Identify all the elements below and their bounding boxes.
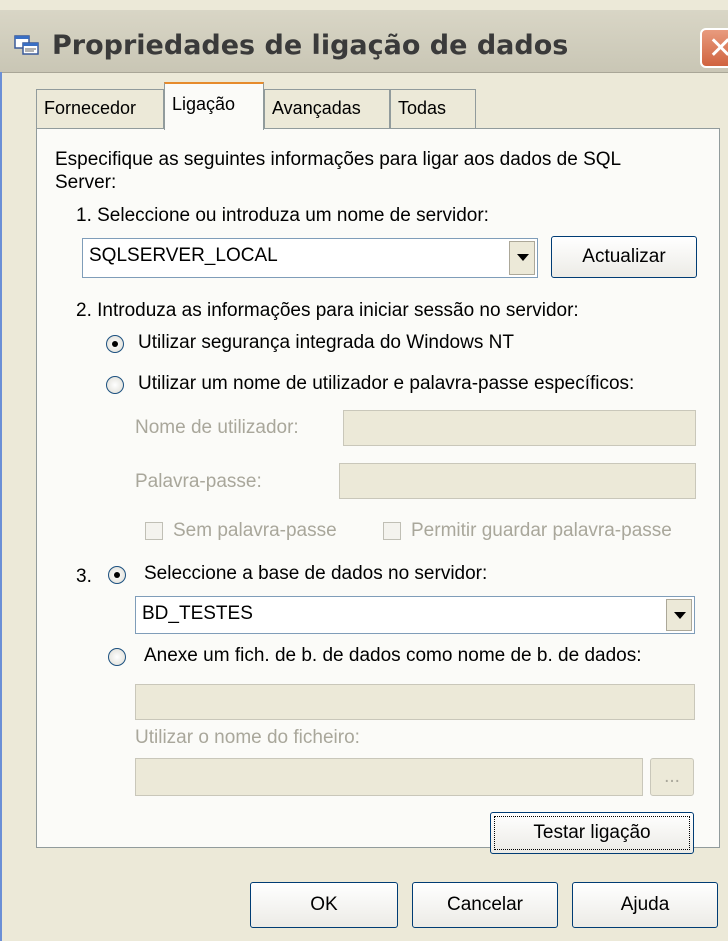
database-value: BD_TESTES: [142, 603, 253, 624]
allow-save-password-checkbox[interactable]: [383, 522, 401, 540]
filename-label: Utilizar o nome do ficheiro:: [135, 727, 360, 748]
cancel-button[interactable]: Cancelar: [412, 882, 558, 928]
radio-integrated-label: Utilizar segurança integrada do Windows …: [138, 332, 514, 353]
help-button[interactable]: Ajuda: [572, 882, 718, 928]
ok-label: OK: [310, 894, 338, 915]
username-label: Nome de utilizador:: [135, 417, 299, 438]
test-connection-button[interactable]: Testar ligação: [490, 812, 694, 854]
tab-label: Ligação: [172, 94, 236, 114]
title-bar[interactable]: Propriedades de ligação de dados ✕: [0, 10, 728, 73]
server-name-combo[interactable]: SQLSERVER_LOCAL: [82, 238, 538, 278]
window-left-border: [0, 72, 2, 941]
allow-save-password-label: Permitir guardar palavra-passe: [411, 520, 672, 541]
close-button[interactable]: ✕: [700, 28, 728, 68]
browse-button[interactable]: ...: [650, 758, 694, 796]
radio-attach-file[interactable]: [108, 648, 126, 666]
test-connection-label: Testar ligação: [533, 822, 651, 843]
attach-database-name-field[interactable]: [135, 684, 695, 720]
radio-select-database[interactable]: [108, 566, 126, 584]
ok-button[interactable]: OK: [250, 882, 398, 928]
data-link-properties-dialog: Propriedades de ligação de dados ✕ Forne…: [0, 0, 728, 941]
database-combo[interactable]: BD_TESTES: [135, 596, 695, 634]
tab-avancadas[interactable]: Avançadas: [264, 89, 390, 129]
browse-button-label: ...: [664, 766, 680, 787]
refresh-button[interactable]: Actualizar: [551, 236, 697, 278]
tab-todas[interactable]: Todas: [390, 89, 476, 129]
intro-text: Especifique as seguintes informações par…: [55, 149, 622, 170]
refresh-button-label: Actualizar: [582, 246, 666, 267]
server-name-value: SQLSERVER_LOCAL: [89, 245, 278, 266]
tab-label: Fornecedor: [44, 98, 137, 118]
data-link-icon: [14, 35, 39, 55]
cancel-label: Cancelar: [446, 894, 524, 915]
chevron-down-icon[interactable]: [509, 241, 535, 275]
tab-label: Avançadas: [272, 98, 361, 118]
tab-fornecedor[interactable]: Fornecedor: [36, 89, 164, 129]
password-label: Palavra-passe:: [135, 471, 262, 492]
intro-text-line2: Server:: [55, 172, 117, 193]
radio-specific-credentials[interactable]: [106, 376, 124, 394]
radio-integrated-security[interactable]: [106, 335, 124, 353]
help-label: Ajuda: [620, 894, 670, 915]
radio-specific-label: Utilizar um nome de utilizador e palavra…: [138, 373, 635, 394]
blank-password-checkbox[interactable]: [145, 522, 163, 540]
window-title: Propriedades de ligação de dados: [52, 30, 569, 61]
step2-label: 2. Introduza as informações para iniciar…: [76, 300, 579, 321]
step3-number: 3.: [76, 566, 92, 587]
tab-label: Todas: [398, 98, 447, 118]
password-field[interactable]: [339, 463, 696, 499]
chevron-down-icon[interactable]: [666, 599, 692, 631]
radio-select-database-label: Seleccione a base de dados no servidor:: [144, 563, 488, 584]
blank-password-label: Sem palavra-passe: [173, 520, 337, 541]
username-field[interactable]: [343, 410, 696, 446]
filename-field[interactable]: [135, 758, 643, 796]
close-icon: ✕: [708, 31, 728, 66]
tab-ligacao[interactable]: Ligação: [164, 82, 264, 130]
radio-attach-file-label: Anexe um fich. de b. de dados como nome …: [144, 645, 642, 666]
step1-label: 1. Seleccione ou introduza um nome de se…: [76, 205, 489, 226]
